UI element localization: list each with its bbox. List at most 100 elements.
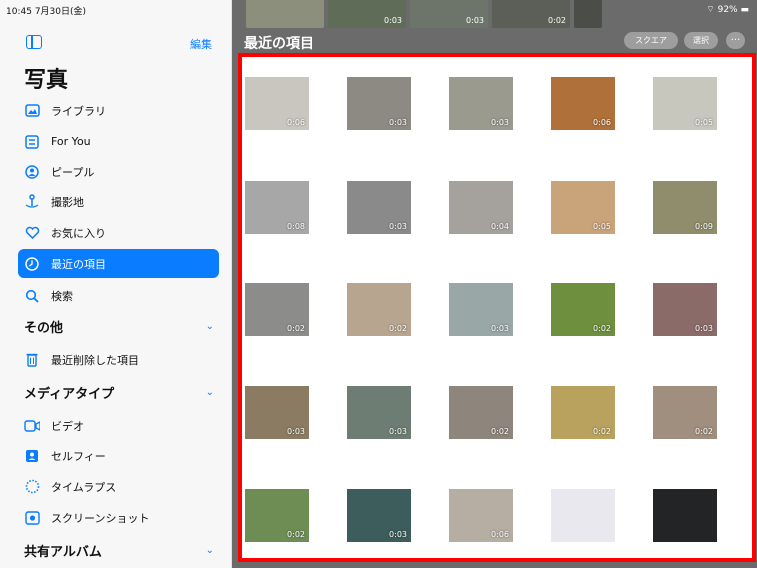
strip-thumbnail[interactable] (574, 0, 602, 28)
video-icon (24, 418, 40, 434)
photo-thumbnail[interactable] (551, 489, 615, 542)
duration-label: 0:03 (466, 16, 484, 25)
sidebar-item-timelapse[interactable]: タイムラプス (18, 472, 219, 501)
sidebar: 10:45 7月30日(金) 編集 写真 ライブラリ For You ピープル … (0, 0, 232, 568)
photo-thumbnail[interactable]: 0:04 (449, 181, 513, 234)
sidebar-item-label: ピープル (51, 165, 95, 179)
photo-thumbnail[interactable]: 0:02 (653, 386, 717, 439)
sidebar-item-label: スクリーンショット (51, 511, 150, 525)
sidebar-item-label: 最近削除した項目 (51, 353, 139, 367)
duration-label: 0:08 (287, 222, 305, 231)
sidebar-item-label: ライブラリ (51, 104, 106, 118)
photo-thumbnail[interactable]: 0:06 (245, 77, 309, 130)
for-you-icon (24, 134, 40, 150)
sidebar-item-recently-deleted[interactable]: 最近削除した項目 (18, 345, 219, 374)
duration-label: 0:06 (593, 118, 611, 127)
photo-thumbnail[interactable]: 0:05 (551, 181, 615, 234)
chevron-down-icon[interactable]: ⌄ (206, 387, 214, 398)
duration-label: 0:02 (593, 427, 611, 436)
photo-thumbnail[interactable]: 0:03 (347, 489, 411, 542)
strip-thumbnail[interactable]: 0:03 (410, 0, 488, 28)
search-icon (24, 288, 40, 304)
photo-thumbnail[interactable]: 0:06 (449, 489, 513, 542)
duration-label: 0:03 (491, 118, 509, 127)
photo-thumbnail[interactable]: 0:09 (653, 181, 717, 234)
timelapse-icon (24, 479, 40, 495)
sidebar-item-label: For You (51, 135, 91, 148)
photo-grid: 0:06 0:03 0:03 0:06 0:05 0:08 0:03 0:04 0:05 0:09… (238, 53, 756, 562)
duration-label: 0:02 (695, 427, 713, 436)
photo-thumbnail[interactable]: 0:03 (347, 181, 411, 234)
photo-thumbnail[interactable]: 0:02 (245, 283, 309, 336)
photo-thumbnail[interactable]: 0:03 (449, 77, 513, 130)
photo-thumbnail[interactable]: 0:02 (449, 386, 513, 439)
battery-icon: ▬ (740, 5, 749, 15)
more-button[interactable]: ··· (726, 32, 745, 49)
sidebar-item-label: 検索 (51, 289, 73, 303)
sidebar-item-recents[interactable]: 最近の項目 (18, 249, 219, 278)
square-button[interactable]: スクエア (624, 32, 678, 49)
wifi-icon: ⌔ (706, 5, 715, 15)
edit-button[interactable]: 編集 (190, 36, 212, 52)
duration-label: 0:03 (384, 16, 402, 25)
photo-thumbnail[interactable] (653, 489, 717, 542)
duration-label: 0:09 (695, 222, 713, 231)
photo-thumbnail[interactable]: 0:03 (245, 386, 309, 439)
chevron-down-icon[interactable]: ⌄ (206, 545, 214, 556)
duration-label: 0:03 (389, 427, 407, 436)
duration-label: 0:05 (593, 222, 611, 231)
sidebar-item-selfies[interactable]: セルフィー (18, 441, 219, 470)
status-time: 10:45 (6, 7, 32, 17)
sidebar-item-people[interactable]: ピープル (18, 157, 219, 186)
page-title: 最近の項目 (244, 36, 314, 52)
select-button[interactable]: 選択 (684, 32, 718, 49)
photo-thumbnail[interactable]: 0:02 (551, 283, 615, 336)
sidebar-item-label: お気に入り (51, 226, 106, 240)
battery-percent: 92% (717, 5, 738, 15)
sidebar-item-label: タイムラプス (51, 480, 117, 494)
strip-thumbnail[interactable] (246, 0, 324, 28)
status-time-date: 10:45 7月30日(金) (6, 4, 86, 17)
photo-thumbnail[interactable]: 0:03 (653, 283, 717, 336)
sidebar-item-library[interactable]: ライブラリ (18, 96, 219, 125)
sidebar-item-screenshots[interactable]: スクリーンショット (18, 503, 219, 532)
sidebar-toggle-icon[interactable] (26, 35, 42, 49)
photo-thumbnail[interactable]: 0:06 (551, 77, 615, 130)
chevron-down-icon[interactable]: ⌄ (206, 321, 214, 332)
photo-thumbnail[interactable]: 0:02 (551, 386, 615, 439)
duration-label: 0:02 (593, 324, 611, 333)
strip-thumbnail[interactable]: 0:03 (328, 0, 406, 28)
photo-thumbnail[interactable]: 0:05 (653, 77, 717, 130)
duration-label: 0:02 (287, 530, 305, 539)
section-shared-albums[interactable]: 共有アルバム ⌄ (24, 538, 214, 562)
section-media-types[interactable]: メディアタイプ ⌄ (24, 380, 214, 404)
section-other[interactable]: その他 ⌄ (24, 314, 214, 338)
sidebar-item-for-you[interactable]: For You (18, 127, 219, 156)
sidebar-item-places[interactable]: 撮影地 (18, 187, 219, 216)
photo-thumbnail[interactable]: 0:03 (347, 77, 411, 130)
sidebar-item-videos[interactable]: ビデオ (18, 411, 219, 440)
duration-label: 0:03 (389, 118, 407, 127)
photo-thumbnail[interactable]: 0:08 (245, 181, 309, 234)
duration-label: 0:02 (287, 324, 305, 333)
heart-icon (24, 225, 40, 241)
status-indicators: ⌔ 92% ▬ (706, 4, 749, 15)
duration-label: 0:02 (548, 16, 566, 25)
people-icon (24, 164, 40, 180)
duration-label: 0:04 (491, 222, 509, 231)
sidebar-item-search[interactable]: 検索 (18, 281, 219, 310)
photo-thumbnail[interactable]: 0:02 (347, 283, 411, 336)
photo-thumbnail[interactable]: 0:03 (449, 283, 513, 336)
strip-thumbnail[interactable]: 0:02 (492, 0, 570, 28)
duration-label: 0:02 (389, 324, 407, 333)
sidebar-item-label: 最近の項目 (51, 257, 106, 271)
photo-thumbnail[interactable]: 0:02 (245, 489, 309, 542)
screenshot-icon (24, 510, 40, 526)
photo-thumbnail[interactable]: 0:03 (347, 386, 411, 439)
trash-icon (24, 352, 40, 368)
status-date: 7月30日(金) (34, 7, 87, 17)
duration-label: 0:03 (695, 324, 713, 333)
duration-label: 0:06 (287, 118, 305, 127)
sidebar-item-label: セルフィー (51, 449, 106, 463)
sidebar-item-favorites[interactable]: お気に入り (18, 218, 219, 247)
